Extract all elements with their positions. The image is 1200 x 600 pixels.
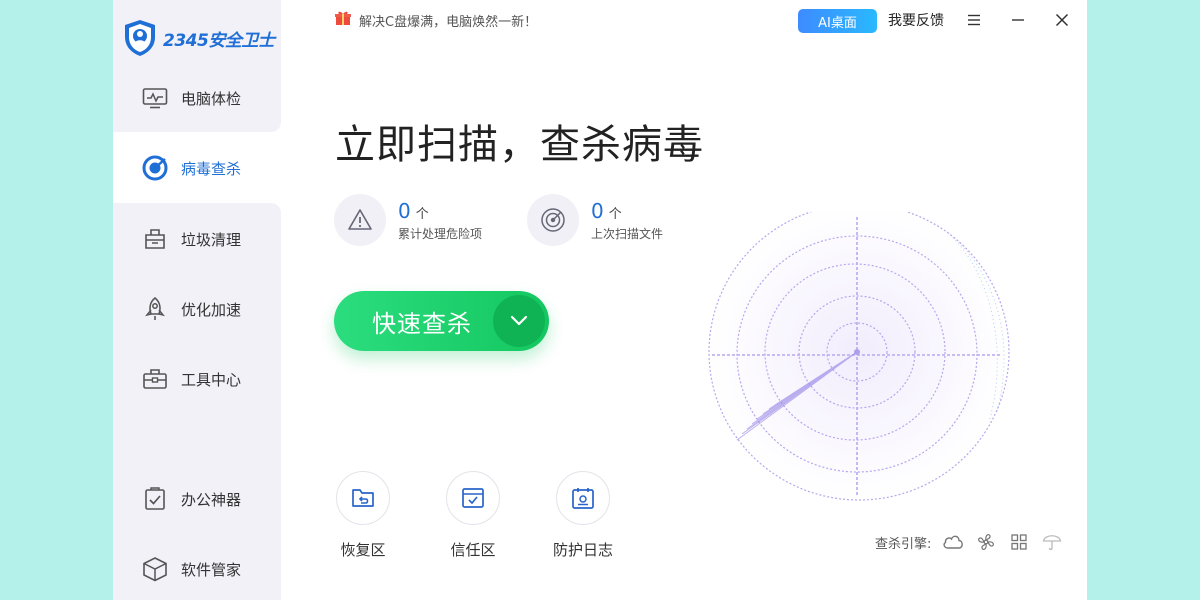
sidebar-item-label: 软件管家 [181, 560, 242, 579]
cloud-icon[interactable] [942, 531, 964, 553]
tool-trust-zone[interactable]: 信任区 [433, 471, 513, 560]
log-calendar-icon [556, 471, 610, 525]
feedback-link[interactable]: 我要反馈 [888, 10, 944, 30]
quick-scan-button[interactable]: 快速查杀 [334, 291, 549, 351]
stat-label: 上次扫描文件 [591, 226, 664, 241]
stat-unit: 个 [415, 206, 429, 222]
box-icon [141, 555, 169, 583]
sidebar-item-label: 优化加速 [181, 300, 242, 319]
tool-label: 恢复区 [340, 541, 386, 559]
page-title: 立即扫描，查杀病毒 [335, 122, 704, 168]
tool-label: 信任区 [450, 541, 496, 559]
sidebar-item-label: 办公神器 [181, 490, 242, 509]
target-icon [141, 154, 169, 182]
sidebar-item-virus-scan[interactable]: 病毒查杀 [113, 134, 281, 202]
quick-scan-label: 快速查杀 [372, 309, 472, 338]
stat-last-scan-files: 0 个 上次扫描文件 [527, 193, 663, 247]
ai-desktop-button[interactable]: AI桌面 [798, 9, 877, 33]
stat-unit: 个 [608, 206, 622, 222]
sidebar-item-pc-checkup[interactable]: 电脑体检 [113, 67, 281, 129]
warning-icon [334, 194, 386, 246]
sidebar-item-office-tools[interactable]: 办公神器 [113, 468, 281, 530]
gift-icon [335, 10, 351, 30]
tool-protection-log[interactable]: 防护日志 [543, 471, 623, 560]
tool-restore-zone[interactable]: 恢复区 [323, 471, 403, 560]
app-logo: 2345安全卫士 [123, 18, 275, 58]
sidebar-item-software-manager[interactable]: 软件管家 [113, 538, 281, 600]
chevron-down-icon[interactable] [493, 295, 545, 347]
sidebar-item-label: 垃圾清理 [181, 230, 242, 249]
tool-label: 防护日志 [552, 541, 613, 559]
close-icon[interactable] [1050, 8, 1074, 32]
sidebar-item-label: 工具中心 [181, 370, 242, 389]
engine-label: 查杀引擎: [875, 536, 932, 552]
shield-logo-icon [125, 20, 155, 56]
logo-text: 2345安全卫士 [163, 30, 275, 51]
checklist-icon [141, 485, 169, 513]
sidebar-item-label: 电脑体检 [181, 89, 242, 108]
stat-value: 0 [591, 198, 604, 223]
minimize-icon[interactable] [1006, 8, 1030, 32]
radar-graphic [708, 212, 1010, 502]
sidebar-item-junk-clean[interactable]: 垃圾清理 [113, 208, 281, 270]
toolbox-icon [141, 365, 169, 393]
fan-icon[interactable] [975, 531, 997, 553]
sidebar-item-label: 病毒查杀 [181, 159, 242, 178]
promo-tip[interactable]: 解决C盘爆满，电脑焕然一新！ [335, 8, 537, 32]
sidebar-item-tool-center[interactable]: 工具中心 [113, 348, 281, 410]
folder-restore-icon [336, 471, 390, 525]
grid-icon[interactable] [1008, 531, 1030, 553]
trusted-box-icon [446, 471, 500, 525]
stat-value: 0 [398, 198, 411, 223]
trash-bag-icon [141, 225, 169, 253]
scan-engines: 查杀引擎: [875, 530, 1063, 554]
promo-tip-text: 解决C盘爆满，电脑焕然一新！ [359, 14, 538, 30]
monitor-icon [141, 84, 169, 112]
stat-label: 累计处理危险项 [398, 226, 483, 241]
stat-threats-handled: 0 个 累计处理危险项 [334, 193, 482, 247]
sidebar-item-optimize[interactable]: 优化加速 [113, 278, 281, 340]
rocket-icon [141, 295, 169, 323]
radar-icon [527, 194, 579, 246]
menu-icon[interactable] [962, 8, 986, 32]
sidebar: 2345安全卫士 电脑体检 病毒查杀 垃圾清理 优化加速 工具中心 办公神器 软… [113, 0, 281, 600]
app-window: 2345安全卫士 电脑体检 病毒查杀 垃圾清理 优化加速 工具中心 办公神器 软… [113, 0, 1087, 600]
umbrella-icon[interactable] [1041, 531, 1063, 553]
